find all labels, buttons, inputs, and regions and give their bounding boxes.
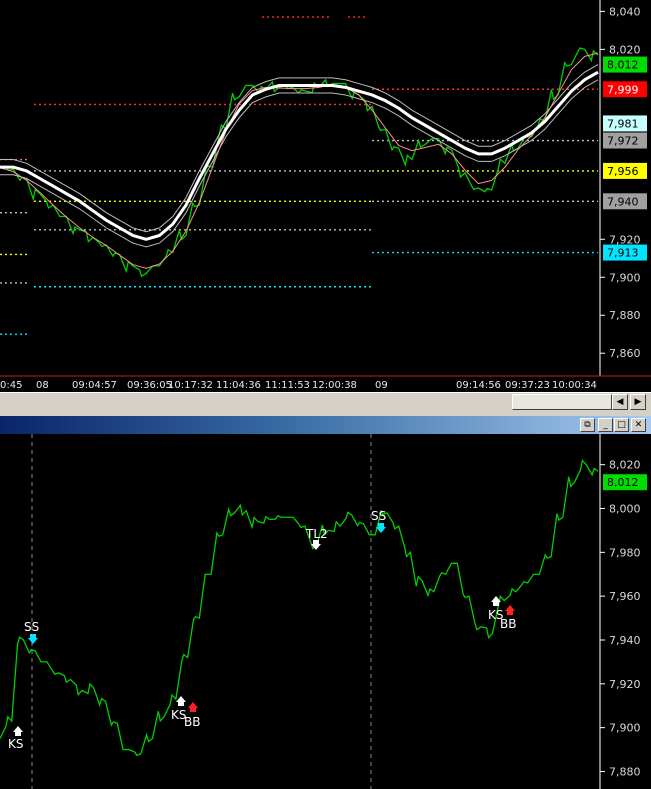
- series-layer: [0, 47, 599, 278]
- y-axis-ticks: 8,020 8,000 7,980 7,960 7,940 7,920 7,900 7,880: [600, 459, 641, 778]
- price-badge-label: 7,913: [607, 247, 639, 260]
- time-label: 09:14:56: [456, 380, 501, 391]
- price-badge-label: 7,999: [607, 83, 639, 96]
- x-axis-time-labels: 0:45 08 09:04:57 09:36:0510:17:32 11:04:36 11…: [0, 380, 597, 391]
- time-label: 08: [36, 380, 49, 391]
- y-tick-label: 7,960: [609, 590, 641, 603]
- signal-label: BB: [500, 617, 516, 631]
- last-price-badge: 8,012: [603, 474, 647, 491]
- time-label: 10:00:34: [552, 380, 597, 391]
- restore-icon[interactable]: ⧉: [580, 418, 595, 432]
- price-badge-label: 7,981: [607, 117, 639, 130]
- price-chart-top[interactable]: 8,040 8,020 7,920 7,900 7,880 7,860 8,012 7,99…: [0, 0, 651, 392]
- y-tick-label: 7,920: [609, 233, 641, 246]
- signal-arrow: [13, 726, 23, 736]
- price-badge-label: 7,940: [607, 195, 639, 208]
- signal-markers: SSKSKSBBTL2SSKSBB: [8, 509, 516, 751]
- time-label: 10:17:32: [168, 380, 213, 391]
- price-badge-label: 7,956: [607, 165, 639, 178]
- maximize-icon[interactable]: □: [614, 418, 629, 432]
- signal-arrow: [505, 605, 515, 615]
- signal-arrow: [188, 702, 198, 712]
- minimize-icon[interactable]: _: [598, 418, 613, 432]
- time-label: 09:37:23: [505, 380, 550, 391]
- arrow-right-icon[interactable]: ▶: [630, 394, 646, 410]
- lower-window-titlebar[interactable]: ⧉ _ □ ✕: [0, 410, 651, 434]
- arrow-left-icon[interactable]: ◀: [612, 394, 628, 410]
- time-label: 11:11:53: [265, 380, 310, 391]
- price-badge-label: 7,972: [607, 135, 639, 148]
- horizontal-scrollbar[interactable]: ◀ ▶: [0, 392, 651, 410]
- y-tick-label: 7,860: [609, 347, 641, 360]
- time-label: 0:45: [0, 380, 22, 391]
- signal-label: KS: [8, 737, 24, 751]
- signal-arrow: [28, 634, 38, 644]
- scroll-track[interactable]: [0, 394, 512, 410]
- close-icon[interactable]: ✕: [631, 418, 646, 432]
- signal-label: TL2: [305, 527, 328, 541]
- price-chart-bottom[interactable]: 8,020 8,000 7,980 7,960 7,940 7,920 7,900 7,880…: [0, 434, 651, 789]
- y-tick-label: 7,920: [609, 678, 641, 691]
- level-lines: [0, 16, 598, 335]
- time-label: 11:04:36: [216, 380, 261, 391]
- y-tick-label: 8,020: [609, 459, 641, 472]
- y-tick-label: 8,000: [609, 503, 641, 516]
- time-label: 09:04:57: [72, 380, 117, 391]
- y-tick-label: 7,900: [609, 271, 641, 284]
- y-tick-label: 7,880: [609, 309, 641, 322]
- signal-label: SS: [24, 620, 39, 634]
- signal-arrow: [176, 696, 186, 706]
- y-tick-label: 7,900: [609, 722, 641, 735]
- price-badge-label: 8,012: [607, 59, 639, 72]
- signal-label: BB: [184, 715, 200, 729]
- y-tick-label: 8,040: [609, 5, 641, 18]
- y-tick-label: 7,940: [609, 634, 641, 647]
- price-badges: 8,012 7,999 7,981 7,972 7,956 7,940 7,913: [603, 56, 647, 261]
- price-chart-bottom-canvas[interactable]: 8,020 8,000 7,980 7,960 7,940 7,920 7,900 7,880…: [0, 434, 651, 789]
- y-tick-label: 8,020: [609, 43, 641, 56]
- time-label: 09:36:05: [127, 380, 172, 391]
- y-tick-label: 7,980: [609, 546, 641, 559]
- time-label: 12:00:38: [312, 380, 357, 391]
- last-price-badge-label: 8,012: [607, 476, 639, 489]
- signal-label: SS: [371, 509, 386, 523]
- scroll-thumb[interactable]: [512, 394, 612, 410]
- time-label: 09: [375, 380, 388, 391]
- y-tick-label: 7,880: [609, 765, 641, 778]
- price-chart-top-canvas[interactable]: 8,040 8,020 7,920 7,900 7,880 7,860 8,012 7,99…: [0, 0, 651, 392]
